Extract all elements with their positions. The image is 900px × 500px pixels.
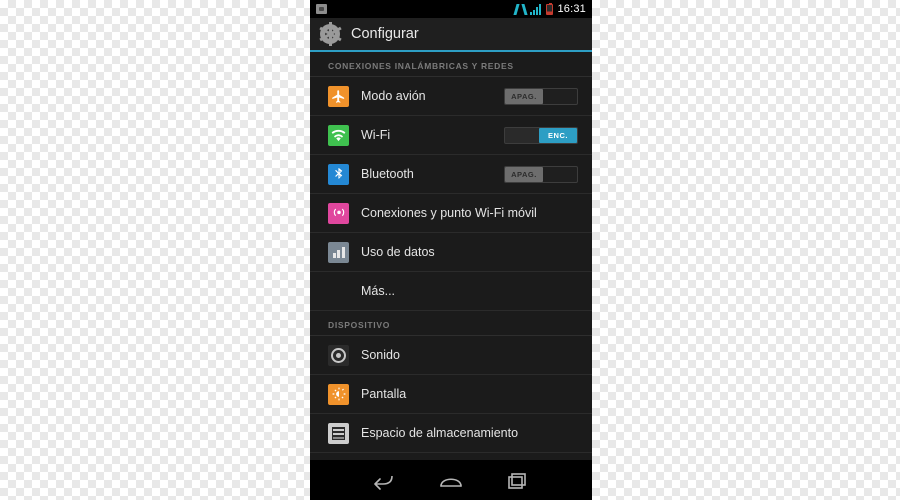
settings-row-more[interactable]: Más... — [310, 272, 592, 311]
settings-row-label: Bluetooth — [361, 167, 414, 181]
settings-row-label: Pantalla — [361, 387, 407, 401]
storage-icon — [328, 422, 349, 444]
settings-row-display[interactable]: Pantalla — [310, 375, 592, 414]
wifi-icon — [328, 124, 349, 146]
settings-row-label: Uso de datos — [361, 245, 435, 259]
toggle-thumb-label: APAG. — [505, 88, 543, 104]
toggle-thumb-label: ENC. — [539, 127, 577, 143]
sound-icon — [328, 344, 349, 366]
phone-screen: 16:31 Configurar CONEXIONES INALÁMBRICAS… — [310, 0, 592, 460]
settings-row-label: Conexiones y punto Wi-Fi móvil — [361, 206, 537, 220]
back-nav-icon[interactable] — [367, 467, 401, 493]
settings-row-label: Sonido — [361, 348, 400, 362]
settings-row-data-usage[interactable]: Uso de datos — [310, 233, 592, 272]
bluetooth-icon — [328, 163, 349, 185]
section-header-device: DISPOSITIVO — [310, 311, 592, 336]
settings-row-wifi[interactable]: Wi-Fi ENC. — [310, 116, 592, 155]
settings-row-airplane-mode[interactable]: Modo avión APAG. — [310, 77, 592, 116]
bluetooth-toggle[interactable]: APAG. — [504, 165, 578, 183]
bar-chart-glyph — [332, 246, 345, 258]
battery-icon — [546, 2, 554, 15]
settings-row-hotspot[interactable]: Conexiones y punto Wi-Fi móvil — [310, 194, 592, 233]
section-header-wireless: CONEXIONES INALÁMBRICAS Y REDES — [310, 52, 592, 77]
settings-row-label: Más... — [361, 284, 396, 298]
airplane-mode-toggle[interactable]: APAG. — [504, 87, 578, 105]
data-usage-icon — [328, 241, 349, 263]
status-bar-right-icons: 16:31 — [515, 2, 586, 15]
settings-row-sound[interactable]: Sonido — [310, 336, 592, 375]
navigation-bar — [310, 460, 592, 500]
toggle-thumb-label: APAG. — [505, 166, 543, 182]
status-bar-left-icons — [316, 4, 327, 14]
status-bar: 16:31 — [310, 0, 592, 18]
airplane-mode-icon — [328, 85, 349, 107]
settings-row-bluetooth[interactable]: Bluetooth APAG. — [310, 155, 592, 194]
screenshot-icon — [316, 4, 327, 14]
wifi-toggle[interactable]: ENC. — [504, 126, 578, 144]
recents-nav-icon[interactable] — [501, 467, 535, 493]
page-title: Configurar — [351, 26, 419, 42]
phone-device-frame: 16:31 Configurar CONEXIONES INALÁMBRICAS… — [310, 0, 592, 500]
settings-row-label: Espacio de almacenamiento — [361, 426, 519, 440]
action-bar: Configurar — [310, 18, 592, 52]
home-nav-icon[interactable] — [434, 467, 468, 493]
page-canvas: 16:31 Configurar CONEXIONES INALÁMBRICAS… — [0, 0, 900, 500]
sync-icon — [515, 4, 526, 15]
storage-lines-glyph — [332, 426, 345, 440]
settings-row-storage[interactable]: Espacio de almacenamiento — [310, 414, 592, 453]
settings-row-label: Modo avión — [361, 89, 426, 103]
sound-ring-glyph — [331, 347, 346, 363]
settings-row-label: Wi-Fi — [361, 128, 391, 142]
status-bar-clock: 16:31 — [557, 3, 586, 15]
hotspot-icon — [328, 202, 349, 224]
settings-gear-icon — [318, 22, 342, 46]
display-icon — [328, 383, 349, 405]
settings-list[interactable]: CONEXIONES INALÁMBRICAS Y REDES Modo avi… — [310, 52, 592, 460]
signal-icon — [530, 3, 542, 15]
